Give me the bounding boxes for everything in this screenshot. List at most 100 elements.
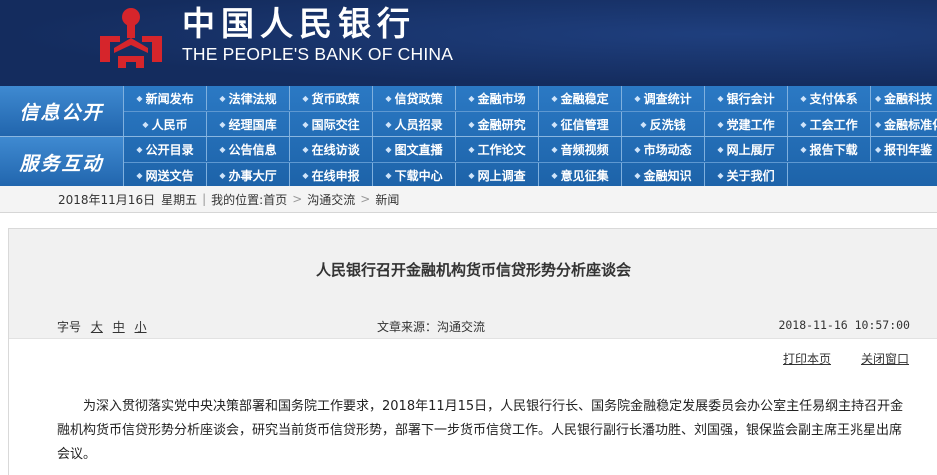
- logo-chinese-name[interactable]: 中国人民银行: [182, 4, 416, 44]
- bullet-icon: ◆: [385, 93, 392, 103]
- nav-item[interactable]: ◆ 金融研究: [456, 112, 539, 136]
- nav-item-label: 调查统计: [643, 91, 692, 106]
- nav-item[interactable]: ◆ 下载中心: [373, 163, 456, 187]
- nav-item[interactable]: ◆ 调查统计: [622, 86, 705, 110]
- nav-item-label: 货币政策: [311, 91, 360, 106]
- nav-item[interactable]: ◆ 金融稳定: [539, 86, 622, 110]
- nav-item[interactable]: ◆ 网送文告: [124, 163, 207, 187]
- bullet-icon: ◆: [136, 170, 143, 180]
- breadcrumb-home[interactable]: 首页: [263, 191, 287, 208]
- nav-item-label: 报刊年鉴: [884, 142, 933, 157]
- bullet-icon: ◆: [551, 93, 558, 103]
- nav-item[interactable]: ◆ 国际交往: [290, 112, 373, 136]
- nav-row: ◆ 人民币 ◆ 经理国库 ◆ 国际交往 ◆ 人员招录 ◆ 金融研究 ◆ 征信管理 ◆ 反洗钱 …: [124, 111, 937, 136]
- nav-item[interactable]: ◆ 党建工作: [705, 112, 788, 136]
- nav-item[interactable]: ◆ 金融市场: [456, 86, 539, 110]
- breadcrumb-separator: >: [292, 192, 303, 206]
- nav-item[interactable]: ◆ 图文直播: [373, 137, 456, 161]
- bullet-icon: ◆: [551, 170, 558, 180]
- nav-item-label: 音频视频: [560, 142, 609, 157]
- nav-item-label: 党建工作: [726, 117, 775, 132]
- bullet-icon: ◆: [142, 119, 149, 129]
- bullet-icon: ◆: [302, 170, 309, 180]
- nav-item[interactable]: ◆ 公开目录: [124, 137, 207, 161]
- bullet-icon: ◆: [468, 119, 475, 129]
- nav-item[interactable]: ◆ 人员招录: [373, 112, 456, 136]
- nav-block-info-disclosure: 信息公开 ◆ 新闻发布 ◆ 法律法规 ◆ 货币政策 ◆ 信贷政策 ◆ 金融市场 ◆ 金融稳定…: [0, 86, 937, 136]
- nav-item-label: 国际交往: [311, 117, 360, 132]
- nav-item-label: 新闻发布: [145, 91, 194, 106]
- pboc-emblem-icon[interactable]: [96, 6, 166, 70]
- nav-item[interactable]: ◆ 网上展厅: [705, 137, 788, 161]
- nav-item-label: 人员招录: [394, 117, 443, 132]
- nav-item[interactable]: ◆ 新闻发布: [124, 86, 207, 110]
- bullet-icon: ◆: [551, 144, 558, 154]
- nav-item[interactable]: ◆ 货币政策: [290, 86, 373, 110]
- site-header: 中国人民银行 THE PEOPLE'S BANK OF CHINA: [0, 0, 937, 86]
- nav-item[interactable]: ◆ 金融科技: [871, 86, 937, 110]
- nav-item[interactable]: ◆ 报告下载: [788, 137, 871, 161]
- nav-item[interactable]: ◆ 金融知识: [622, 163, 705, 187]
- nav-item[interactable]: ◆ 市场动态: [622, 137, 705, 161]
- nav-item-label: 人民币: [151, 117, 188, 132]
- nav-item[interactable]: ◆ 信贷政策: [373, 86, 456, 110]
- article-timestamp: 2018-11-16 10:57:00: [778, 318, 910, 332]
- bullet-icon: ◆: [634, 144, 641, 154]
- nav-section-label: 服务互动: [0, 137, 124, 187]
- bullet-icon: ◆: [634, 93, 641, 103]
- nav-item[interactable]: ◆ 意见征集: [539, 163, 622, 187]
- nav-item[interactable]: ◆ 工会工作: [788, 112, 871, 136]
- nav-item[interactable]: ◆ 在线访谈: [290, 137, 373, 161]
- bullet-icon: ◆: [302, 144, 309, 154]
- font-size-large-link[interactable]: 大: [91, 320, 103, 334]
- nav-item[interactable]: ◆ 法律法规: [207, 86, 290, 110]
- nav-item-label: 支付体系: [809, 91, 858, 106]
- nav-item[interactable]: ◆ 网上调查: [456, 163, 539, 187]
- print-page-link[interactable]: 打印本页: [783, 350, 831, 367]
- nav-item[interactable]: ◆ 音频视频: [539, 137, 622, 161]
- nav-item[interactable]: ◆ 经理国库: [207, 112, 290, 136]
- nav-item[interactable]: ◆ 关于我们: [705, 163, 788, 187]
- bullet-icon: ◆: [136, 93, 143, 103]
- bullet-icon: ◆: [385, 144, 392, 154]
- nav-item-label: 工作论文: [477, 142, 526, 157]
- nav-item-label: 法律法规: [228, 91, 277, 106]
- nav-item-label: 征信管理: [560, 117, 609, 132]
- nav-item-label: 意见征集: [560, 168, 609, 183]
- nav-item-label: 金融研究: [477, 117, 526, 132]
- logo-english-name[interactable]: THE PEOPLE'S BANK OF CHINA: [182, 43, 453, 65]
- bullet-icon: ◆: [717, 144, 724, 154]
- bullet-icon: ◆: [136, 144, 143, 154]
- nav-item[interactable]: ◆ 公告信息: [207, 137, 290, 161]
- nav-item-label: 金融标准化: [884, 117, 937, 132]
- close-window-link[interactable]: 关闭窗口: [861, 350, 909, 367]
- nav-item[interactable]: ◆金融标准化: [871, 112, 937, 136]
- nav-item[interactable]: ◆ 工作论文: [456, 137, 539, 161]
- font-size-control: 字号 大 中 小: [57, 318, 147, 335]
- nav-item-label: 信贷政策: [394, 91, 443, 106]
- bullet-icon: ◆: [800, 119, 807, 129]
- nav-item[interactable]: ◆ 反洗钱: [622, 112, 705, 136]
- breadcrumb-news[interactable]: 新闻: [375, 191, 399, 208]
- bullet-icon: ◆: [551, 119, 558, 129]
- nav-item[interactable]: ◆ 报刊年鉴: [871, 137, 937, 161]
- font-size-small-link[interactable]: 小: [135, 320, 147, 334]
- nav-item[interactable]: ◆ 征信管理: [539, 112, 622, 136]
- current-date: 2018年11月16日: [58, 192, 156, 207]
- nav-item[interactable]: ◆ 在线申报: [290, 163, 373, 187]
- nav-item[interactable]: ◆ 银行会计: [705, 86, 788, 110]
- nav-section-label: 信息公开: [0, 86, 124, 136]
- nav-item-label: 金融稳定: [560, 91, 609, 106]
- breadcrumb-communication[interactable]: 沟通交流: [307, 191, 355, 208]
- nav-item[interactable]: ◆ 办事大厅: [207, 163, 290, 187]
- nav-item[interactable]: ◆ 支付体系: [788, 86, 871, 110]
- nav-item-label: 网上调查: [477, 168, 526, 183]
- breadcrumb-separator: |: [202, 192, 207, 206]
- bullet-icon: ◆: [800, 93, 807, 103]
- font-size-medium-link[interactable]: 中: [113, 320, 125, 334]
- nav-item-label: 在线申报: [311, 168, 360, 183]
- bullet-icon: ◆: [717, 119, 724, 129]
- nav-item-label: 公开目录: [145, 142, 194, 157]
- bullet-icon: ◆: [219, 93, 226, 103]
- nav-item[interactable]: ◆ 人民币: [124, 112, 207, 136]
